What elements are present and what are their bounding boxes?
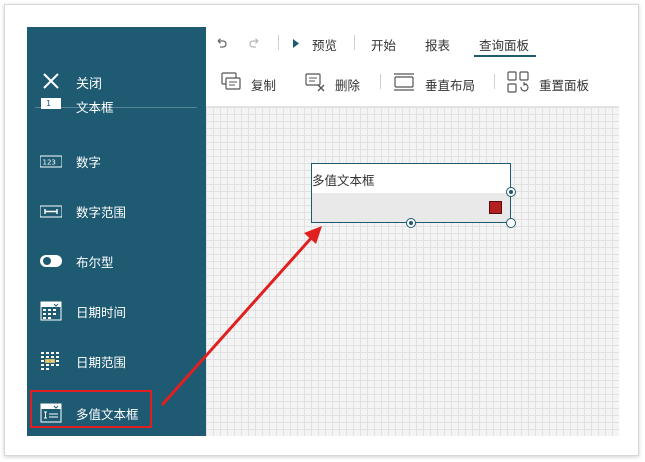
close-label: 关闭	[76, 77, 103, 92]
redo-icon[interactable]	[249, 37, 261, 49]
reset-panel-icon[interactable]	[507, 71, 529, 93]
sidebar: 关闭 1 文本框 123 数字 数字范围 布尔型 日期时间 日期范围 多值文本框	[27, 27, 206, 436]
active-tab-indicator	[474, 55, 536, 57]
copy-icon[interactable]	[220, 71, 242, 93]
calendar-icon	[40, 301, 62, 321]
highlight-box	[30, 390, 152, 428]
toggle-icon	[40, 255, 62, 267]
resize-handle[interactable]	[506, 187, 516, 197]
resize-handle[interactable]	[506, 218, 516, 228]
widget-dropdown-button[interactable]	[489, 201, 502, 214]
close-button[interactable]: 关闭	[27, 65, 206, 99]
svg-text:123: 123	[43, 159, 56, 167]
toolbar-separator	[494, 74, 495, 89]
play-icon	[293, 39, 299, 48]
resize-handle[interactable]	[406, 218, 416, 228]
action-toolbar: 复制 删除 垂直布局 重置面板	[206, 58, 619, 107]
sidebar-item-datetime[interactable]: 日期时间	[27, 294, 206, 328]
sidebar-item-label: 日期范围	[76, 355, 127, 370]
sidebar-item-label: 数字范围	[76, 205, 127, 220]
sidebar-item-label: 数字	[76, 155, 102, 170]
sidebar-item-boolean[interactable]: 布尔型	[27, 244, 206, 278]
close-icon	[43, 73, 59, 89]
delete-button[interactable]: 删除	[335, 75, 360, 94]
toolbar-separator	[278, 35, 279, 50]
tab-query-panel[interactable]: 查询面板	[479, 35, 529, 54]
tab-report[interactable]: 报表	[425, 35, 450, 54]
tab-start[interactable]: 开始	[371, 35, 396, 54]
sidebar-item-label: 布尔型	[76, 255, 114, 270]
vertical-layout-icon[interactable]	[393, 71, 415, 93]
widget-label: 多值文本框	[312, 173, 375, 188]
top-toolbar: 预览 开始 报表 查询面板	[206, 27, 619, 59]
sidebar-item-number-range[interactable]: 数字范围	[27, 194, 206, 228]
preview-button[interactable]: 预览	[312, 35, 337, 54]
vertical-layout-button[interactable]: 垂直布局	[425, 75, 475, 94]
sidebar-item-textbox[interactable]: 1 文本框	[27, 98, 206, 120]
number-icon: 123	[40, 155, 62, 168]
reset-panel-button[interactable]: 重置面板	[539, 75, 589, 94]
toolbar-separator	[354, 35, 355, 50]
sidebar-item-label: 文本框	[76, 100, 114, 115]
sidebar-item-number[interactable]: 123 数字	[27, 144, 206, 178]
date-range-icon	[41, 352, 59, 370]
delete-icon[interactable]	[304, 71, 326, 93]
undo-icon[interactable]	[215, 37, 227, 49]
sidebar-item-date-range[interactable]: 日期范围	[27, 344, 206, 378]
copy-button[interactable]: 复制	[251, 75, 276, 94]
toolbar-separator	[380, 74, 381, 89]
textbox-icon: 1	[41, 98, 61, 109]
multi-textbox-widget[interactable]: 多值文本框	[311, 163, 511, 223]
number-range-icon	[40, 205, 62, 218]
svg-text:1: 1	[46, 99, 51, 108]
sidebar-item-label: 日期时间	[76, 305, 127, 320]
design-canvas[interactable]	[206, 107, 619, 436]
